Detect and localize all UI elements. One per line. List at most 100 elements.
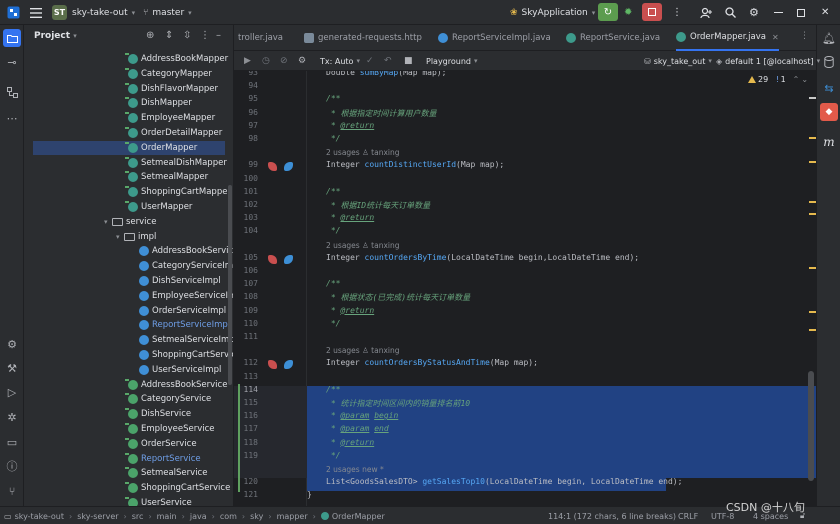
rollback-icon[interactable]: ↶ xyxy=(384,51,392,71)
tree-item[interactable]: ReportServiceImpl xyxy=(139,318,230,332)
breadcrumb-item[interactable]: sky-server xyxy=(77,512,118,521)
code-line[interactable]: * 统计指定时间区间内的销量排名前10 xyxy=(326,398,470,409)
locate-icon[interactable]: ⊕ xyxy=(146,30,154,41)
close-tab-icon[interactable]: ✕ xyxy=(772,33,779,42)
commit-icon[interactable]: ✓ xyxy=(366,51,374,71)
tree-item[interactable]: AddressBookService xyxy=(125,378,227,392)
debug-button[interactable]: ✹ xyxy=(624,0,632,25)
chevron-down-icon[interactable]: ▾ xyxy=(116,233,124,241)
mybatis-mapper-icon[interactable] xyxy=(268,254,277,264)
project-panel-title[interactable]: Project ▾ xyxy=(34,31,77,41)
tree-item[interactable]: EmployeeServiceImpl xyxy=(139,289,233,303)
code-line[interactable]: /** xyxy=(326,279,340,288)
usage-hint[interactable]: 2 usages ♙ tanxing xyxy=(326,241,400,250)
code-line[interactable]: Integer countOrdersByStatusAndTime(Map m… xyxy=(326,358,538,367)
gear-icon[interactable]: ⚙ xyxy=(749,0,759,25)
editor-tab[interactable]: generated-requests.http xyxy=(304,25,422,51)
implementation-icon[interactable] xyxy=(284,360,293,370)
code-line[interactable]: */ xyxy=(326,226,341,235)
caret-position[interactable]: 114:1 (172 chars, 6 line breaks) xyxy=(548,507,676,524)
branch-selector[interactable]: ⑂ master ▾ xyxy=(143,0,192,25)
mybatis-mapper-icon[interactable] xyxy=(268,360,277,370)
collapse-all-icon[interactable]: ⇳ xyxy=(183,30,191,41)
implementation-icon[interactable] xyxy=(284,162,293,172)
more-icon[interactable]: ⋮ xyxy=(672,0,682,25)
tree-item[interactable]: AddressBookMapper xyxy=(125,52,228,66)
tree-item[interactable]: UserService xyxy=(125,496,192,506)
code-line[interactable]: * @param begin xyxy=(326,411,398,420)
code-line[interactable]: List<GoodsSalesDTO> getSalesTop10(LocalD… xyxy=(326,477,682,486)
tree-item[interactable]: UserServiceImpl xyxy=(139,363,221,377)
close-icon[interactable]: ✕ xyxy=(821,0,829,25)
minimize-icon[interactable] xyxy=(774,0,783,25)
tree-item[interactable]: DishService xyxy=(125,407,191,421)
playground-select[interactable]: Playground ▾ xyxy=(426,51,478,71)
notifications-icon[interactable]: 🔔︎ xyxy=(820,29,838,47)
project-scrollbar[interactable] xyxy=(228,185,232,385)
tree-item[interactable]: CategoryMapper xyxy=(125,67,212,81)
code-line[interactable]: * 根据指定时间计算用户数量 xyxy=(326,108,437,119)
tree-item[interactable]: DishServiceImpl xyxy=(139,274,221,288)
tree-item[interactable]: OrderMapper xyxy=(33,140,225,155)
tree-item[interactable]: DishMapper xyxy=(125,96,192,110)
app-icon[interactable] xyxy=(7,0,20,25)
implementation-icon[interactable] xyxy=(284,254,293,264)
breadcrumb-item[interactable]: sky xyxy=(250,512,263,521)
debug-icon[interactable]: ✲ xyxy=(3,408,21,426)
tree-folder[interactable]: ▾ impl xyxy=(116,230,156,244)
settings-icon[interactable]: ⚙ xyxy=(298,51,306,71)
hamburger-icon[interactable] xyxy=(30,0,42,25)
database-icon[interactable] xyxy=(820,53,838,71)
breadcrumb-item[interactable]: java xyxy=(190,512,207,521)
tab-options-icon[interactable]: ⋮ xyxy=(800,31,809,41)
git-icon[interactable]: ⑂ xyxy=(3,482,21,500)
maven-icon[interactable]: ◆ xyxy=(820,103,838,121)
structure-icon[interactable] xyxy=(3,83,21,101)
breadcrumb-item[interactable]: com xyxy=(220,512,237,521)
project-selector[interactable]: ST sky-take-out ▾ xyxy=(52,0,135,25)
inspection-widget[interactable]: 29 ǃ 1 ⌃ ⌄ xyxy=(748,75,808,84)
endpoints-icon[interactable]: ⇆ xyxy=(820,79,838,97)
tree-item[interactable]: OrderService xyxy=(125,437,197,451)
stop-button[interactable] xyxy=(642,3,662,21)
tree-item[interactable]: ShoppingCartService xyxy=(125,481,230,495)
more-tools-icon[interactable]: ⋯ xyxy=(3,109,21,127)
services-icon[interactable]: ⚙ xyxy=(3,335,21,353)
commit-icon[interactable]: ⊸ xyxy=(3,53,21,71)
code-line[interactable]: */ xyxy=(326,451,341,460)
tree-item[interactable]: EmployeeMapper xyxy=(125,111,215,125)
terminal-icon[interactable]: ▭ xyxy=(3,433,21,451)
cancel-icon[interactable]: ⊘ xyxy=(280,51,288,71)
usage-hint[interactable]: 2 usages new * xyxy=(326,465,384,474)
code-line[interactable]: * @param end xyxy=(326,424,389,433)
tree-item[interactable]: OrderServiceImpl xyxy=(139,304,226,318)
search-icon[interactable] xyxy=(725,0,736,25)
editor-tab[interactable]: ReportService.java xyxy=(566,25,660,51)
tree-item[interactable]: CategoryServiceImpl xyxy=(139,259,233,273)
breadcrumb-item[interactable]: main xyxy=(157,512,177,521)
tree-item[interactable]: ReportService xyxy=(125,452,201,466)
tx-mode-select[interactable]: Tx: Auto ▾ xyxy=(320,51,360,71)
rerun-button[interactable]: ↻ xyxy=(598,3,618,21)
code-line[interactable]: Integer countDistinctUserId(Map map); xyxy=(326,160,504,169)
maximize-icon[interactable] xyxy=(797,0,805,25)
code-line[interactable]: * @return xyxy=(326,306,374,315)
execute-icon[interactable]: ▶ xyxy=(244,51,251,71)
datasource-select[interactable]: ⛁ sky_take_out ▾ xyxy=(644,51,712,71)
m-icon[interactable]: m xyxy=(820,133,838,151)
tree-item[interactable]: ShoppingCartServiceI xyxy=(139,348,233,362)
editor-tab[interactable]: troller.java xyxy=(238,25,283,51)
tree-item[interactable]: SetmealDishMapper xyxy=(125,156,227,170)
code-line[interactable]: * 根据ID统计每天订单数量 xyxy=(326,200,430,211)
problems-icon[interactable]: ⓘ xyxy=(3,457,21,475)
tree-item[interactable]: AddressBookServiceI xyxy=(139,244,233,258)
code-line[interactable]: * @return xyxy=(326,213,374,222)
chevron-down-icon[interactable]: ▾ xyxy=(104,218,112,226)
editor-tab[interactable]: ReportServiceImpl.java xyxy=(438,25,551,51)
code-line[interactable]: * @return xyxy=(326,438,374,447)
expand-all-icon[interactable]: ⇕ xyxy=(165,30,173,41)
tree-item[interactable]: OrderDetailMapper xyxy=(125,126,222,140)
tree-folder[interactable]: ▾ service xyxy=(104,215,156,229)
tree-item[interactable]: UserMapper xyxy=(125,200,192,214)
history-icon[interactable]: ◷ xyxy=(262,51,270,71)
